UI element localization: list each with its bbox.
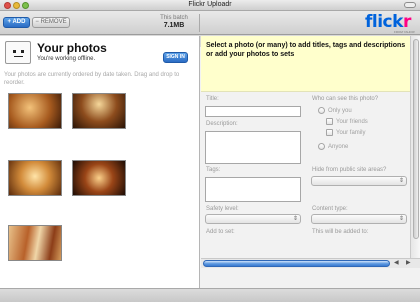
add-to-set-label: Add to set:	[206, 229, 235, 235]
description-field[interactable]	[205, 131, 301, 164]
horizontal-scrollbar[interactable]: ◀ ▶	[201, 258, 420, 268]
scroll-track[interactable]	[203, 260, 390, 267]
metadata-pane: Select a photo (or many) to add titles, …	[201, 36, 420, 288]
content-type-select[interactable]: ⇕	[311, 214, 407, 224]
checkbox-family[interactable]	[326, 129, 333, 136]
option-anyone: Anyone	[328, 144, 349, 150]
offline-status: You're working offline.	[37, 56, 96, 62]
hide-label: Hide from public site areas?	[312, 167, 387, 173]
sign-in-button[interactable]: SIGN IN	[163, 52, 188, 63]
batch-info: This batch 7.1MB	[154, 15, 194, 29]
add-button[interactable]: + ADD	[3, 17, 30, 28]
photo-thumbnail[interactable]	[8, 160, 62, 196]
title-label: Title:	[206, 96, 219, 102]
will-be-added-label: This will be added to:	[312, 229, 369, 235]
safety-level-select[interactable]: ⇕	[205, 214, 301, 224]
radio-anyone[interactable]	[318, 143, 325, 150]
instruction-banner: Select a photo (or many) to add titles, …	[201, 36, 410, 92]
tags-field[interactable]	[205, 177, 301, 202]
tags-label: Tags:	[206, 167, 221, 173]
your-photos-heading: Your photos	[37, 41, 107, 55]
option-family: Your family	[336, 130, 366, 136]
photo-thumbnail[interactable]	[8, 93, 62, 129]
batch-size: 7.1MB	[163, 22, 185, 29]
option-only-you: Only you	[328, 108, 352, 114]
flickr-logo: flickr	[365, 12, 411, 32]
photo-thumbnail[interactable]	[72, 160, 126, 196]
offline-face-icon	[5, 41, 31, 64]
description-label: Description:	[206, 121, 238, 127]
checkbox-friends[interactable]	[326, 118, 333, 125]
scroll-right-icon[interactable]: ▶	[406, 259, 411, 268]
title-bar: Flickr Uploadr	[0, 0, 420, 11]
window-title: Flickr Uploadr	[188, 1, 232, 8]
toolbar-divider	[199, 14, 200, 32]
photo-thumbnail[interactable]	[72, 93, 126, 129]
batch-label: This batch	[160, 15, 188, 21]
radio-only-you[interactable]	[318, 107, 325, 114]
toolbar-toggle-button[interactable]	[404, 2, 416, 8]
content-type-label: Content type:	[312, 206, 348, 212]
photo-thumbnail[interactable]	[8, 225, 62, 261]
vertical-scrollbar[interactable]	[410, 36, 420, 258]
visibility-label: Who can see this photo?	[312, 96, 379, 102]
order-note: Your photos are currently ordered by dat…	[4, 72, 180, 86]
remove-button[interactable]: − REMOVE	[32, 17, 70, 28]
flickr-logo-subtitle: FROM YAHOO!	[394, 30, 416, 34]
photos-pane: Your photos You're working offline. SIGN…	[0, 36, 200, 288]
toolbar: + ADD − REMOVE ↺ ↻ This batch 7.1MB flic…	[0, 11, 420, 299]
hide-select[interactable]: ⇕	[311, 176, 407, 186]
title-field[interactable]	[205, 106, 301, 117]
safety-level-label: Safety level:	[206, 206, 239, 212]
scroll-left-icon[interactable]: ◀	[394, 259, 399, 268]
instruction-text: Select a photo (or many) to add titles, …	[206, 42, 406, 58]
window-bottom-bar	[0, 288, 420, 302]
option-friends: Your friends	[336, 119, 368, 125]
